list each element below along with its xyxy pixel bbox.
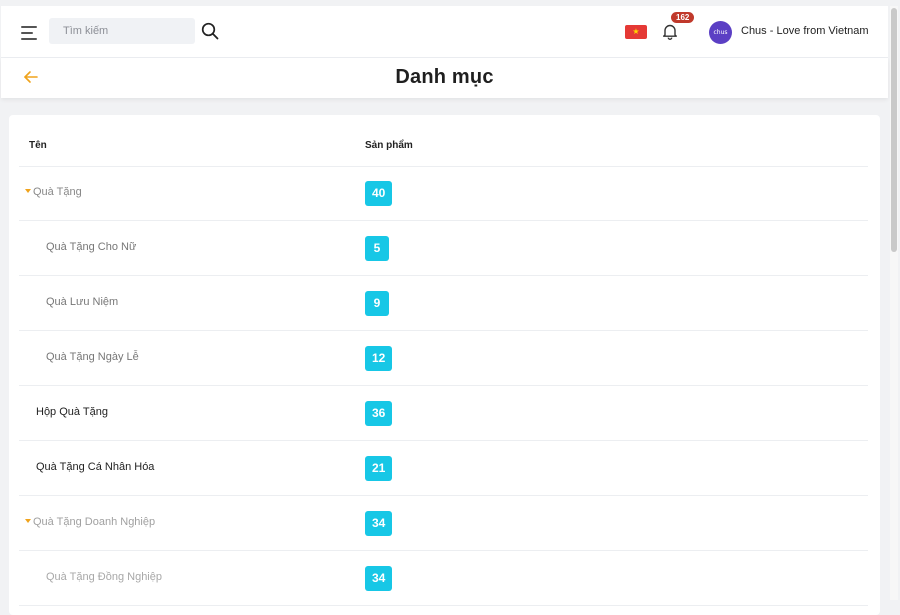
page-scrollbar[interactable]	[890, 6, 898, 600]
scrollbar-thumb[interactable]	[891, 8, 897, 252]
table-row[interactable]: Quà Tặng Cá Nhân Hóa 21	[19, 441, 868, 496]
category-name[interactable]: Quà Tặng	[25, 186, 82, 198]
category-name[interactable]: Quà Tặng Doanh Nghiệp	[25, 516, 155, 528]
flag-star-icon: ★	[632, 27, 640, 36]
page-header: Danh mục	[1, 58, 888, 98]
expand-caret-icon[interactable]	[25, 519, 31, 523]
expand-caret-icon[interactable]	[25, 189, 31, 193]
user-avatar[interactable]: chus	[709, 21, 732, 44]
product-count-badge: 34	[365, 511, 393, 536]
search-icon[interactable]	[201, 22, 219, 40]
search-input[interactable]	[49, 18, 195, 44]
notification-count-badge: 162	[671, 12, 695, 23]
notification-bell-icon[interactable]	[661, 22, 679, 40]
product-count-badge: 21	[365, 456, 393, 481]
product-count-badge: 9	[365, 291, 389, 316]
column-header-name: Tên	[29, 140, 47, 151]
table-row[interactable]: Quà Tặng Ngày Lễ 12	[19, 331, 868, 386]
product-count-badge: 36	[365, 401, 393, 426]
category-name[interactable]: Quà Tặng Cá Nhân Hóa	[36, 461, 154, 473]
table-row[interactable]: Quà Tặng 40	[19, 166, 868, 221]
product-count-badge: 12	[365, 346, 393, 371]
category-name[interactable]: Hộp Quà Tặng	[36, 406, 108, 418]
hamburger-menu-icon[interactable]	[21, 26, 39, 40]
table-row[interactable]: Hộp Quà Tặng 36	[19, 386, 868, 441]
top-navbar: ★ 162 chus Chus - Love from Vietnam	[1, 6, 888, 58]
category-name[interactable]: Quà Tặng Ngày Lễ	[46, 351, 139, 363]
user-name[interactable]: Chus - Love from Vietnam	[741, 25, 869, 37]
category-name[interactable]: Quà Tặng Cho Nữ	[46, 241, 136, 253]
category-name[interactable]: Quà Lưu Niệm	[46, 296, 118, 308]
column-header-products: Sản phẩm	[365, 140, 413, 151]
table-row[interactable]: Quà Lưu Niệm 9	[19, 276, 868, 331]
table-row[interactable]: Quà Tặng Đồng Nghiệp 34	[19, 551, 868, 606]
product-count-badge: 34	[365, 566, 393, 591]
table-row[interactable]: Quà Tặng Doanh Nghiệp 34	[19, 496, 868, 551]
category-name[interactable]: Quà Tặng Đồng Nghiệp	[46, 571, 162, 583]
product-count-badge: 40	[365, 181, 393, 206]
table-header: Tên Sản phẩm	[19, 115, 868, 167]
category-table-card: Tên Sản phẩm Quà Tặng 40 Quà Tặng Cho Nữ…	[9, 115, 880, 615]
language-flag-icon[interactable]: ★	[625, 25, 647, 39]
product-count-badge: 5	[365, 236, 389, 261]
page-title: Danh mục	[395, 66, 494, 88]
table-row[interactable]: Quà Tặng Cho Nữ 5	[19, 221, 868, 276]
